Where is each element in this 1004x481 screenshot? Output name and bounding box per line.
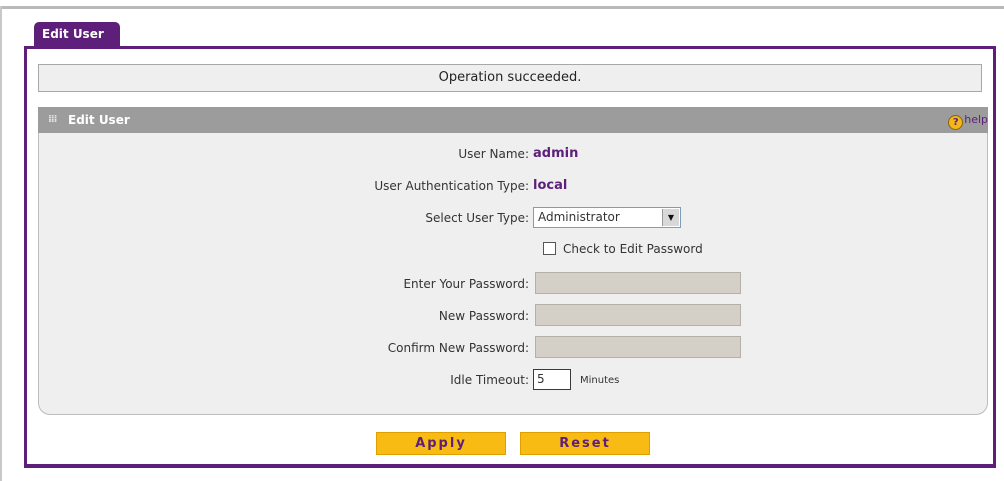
confirm-password-row: Confirm New Password:	[39, 336, 989, 360]
left-divider	[0, 6, 2, 481]
enter-password-row: Enter Your Password:	[39, 272, 989, 296]
user-name-value: admin	[533, 146, 579, 161]
auth-type-value: local	[533, 178, 568, 193]
auth-type-label: User Authentication Type:	[374, 179, 529, 193]
enter-password-input[interactable]	[535, 272, 741, 294]
help-link[interactable]: ? help	[948, 107, 988, 133]
panel-header: ⁞⁞⁞ Edit User ? help	[38, 107, 988, 133]
edit-user-frame: Operation succeeded. ⁞⁞⁞ Edit User ? help…	[24, 46, 996, 468]
edit-password-label: Check to Edit Password	[563, 242, 703, 256]
edit-password-checkbox[interactable]	[543, 242, 556, 255]
idle-timeout-unit: Minutes	[580, 375, 620, 386]
new-password-label: New Password:	[438, 309, 529, 323]
user-type-selected: Administrator	[538, 210, 620, 224]
tab-edit-user[interactable]: Edit User	[34, 22, 120, 46]
help-label: help	[964, 113, 988, 126]
user-name-label: User Name:	[458, 147, 529, 161]
idle-timeout-input[interactable]: 5	[533, 369, 571, 390]
enter-password-label: Enter Your Password:	[403, 277, 529, 291]
top-divider	[0, 6, 1004, 9]
apply-button[interactable]: Apply	[376, 432, 506, 455]
panel-body: User Name: admin User Authentication Typ…	[38, 133, 988, 415]
panel-title: Edit User	[68, 113, 130, 127]
status-message: Operation succeeded.	[38, 64, 982, 92]
chevron-down-icon[interactable]: ▼	[662, 209, 679, 226]
user-type-label: Select User Type:	[425, 211, 529, 225]
auth-type-row: User Authentication Type: local	[39, 174, 989, 198]
confirm-password-label: Confirm New Password:	[387, 341, 529, 355]
help-question-icon: ?	[948, 115, 964, 130]
idle-timeout-label: Idle Timeout:	[450, 373, 529, 387]
grid-icon: ⁞⁞⁞	[48, 114, 57, 125]
user-type-row: Select User Type: Administrator ▼	[39, 206, 989, 230]
idle-timeout-row: Idle Timeout: 5 Minutes	[39, 368, 989, 392]
new-password-row: New Password:	[39, 304, 989, 328]
confirm-password-input[interactable]	[535, 336, 741, 358]
new-password-input[interactable]	[535, 304, 741, 326]
reset-button[interactable]: Reset	[520, 432, 650, 455]
user-type-select[interactable]: Administrator ▼	[533, 207, 681, 228]
user-name-row: User Name: admin	[39, 142, 989, 166]
edit-password-row: Check to Edit Password	[39, 237, 989, 261]
